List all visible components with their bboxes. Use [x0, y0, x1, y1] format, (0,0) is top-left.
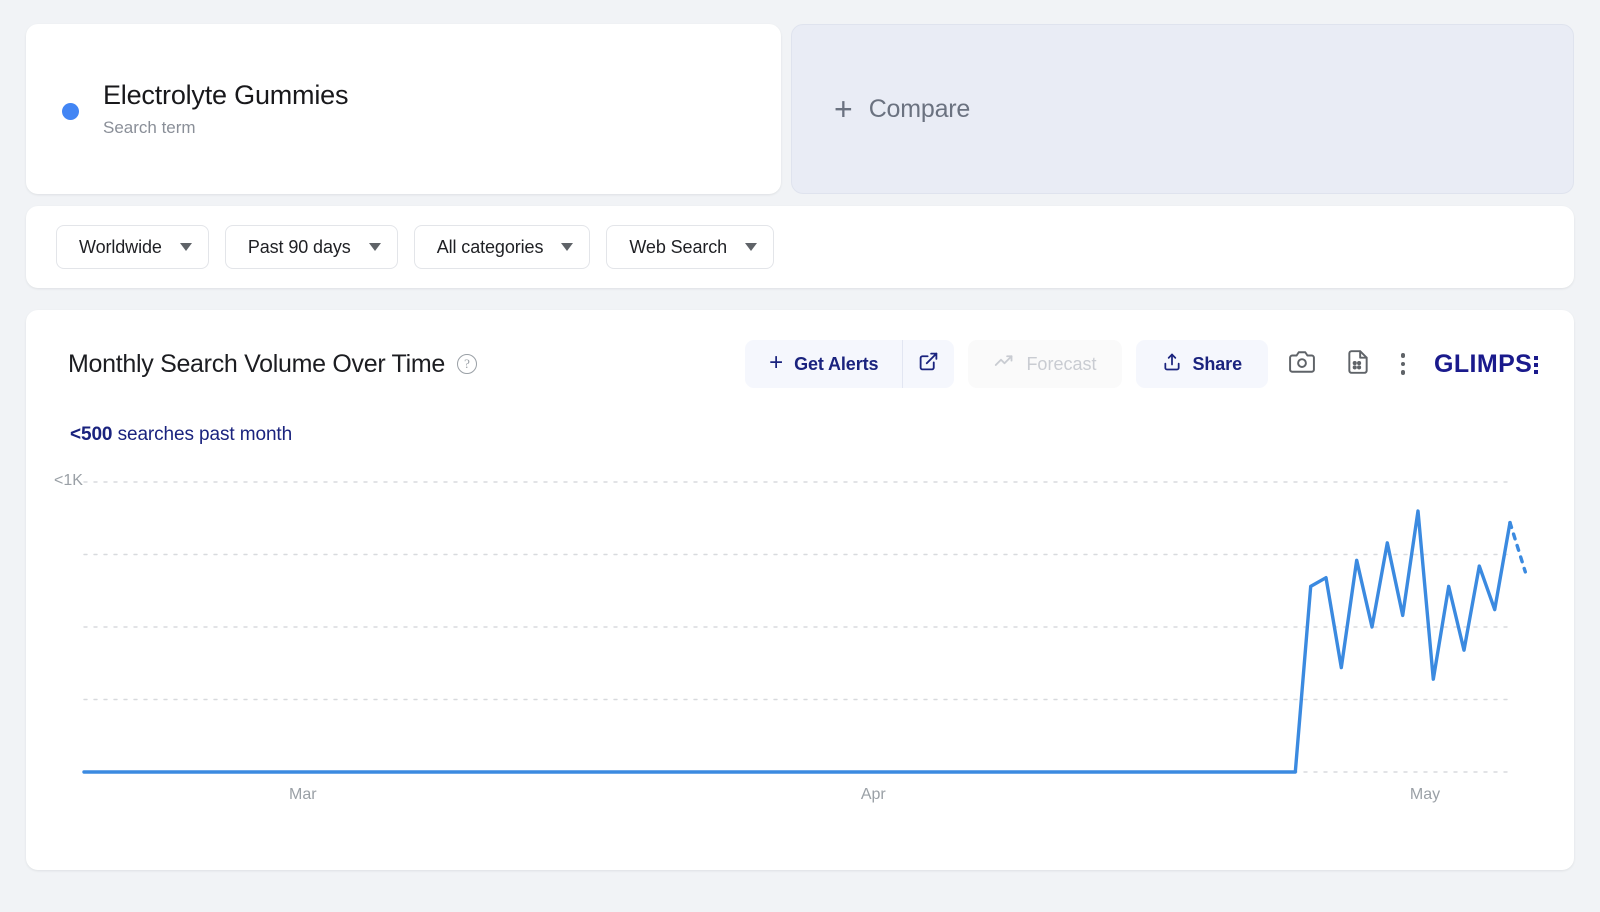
- share-button[interactable]: Share: [1136, 340, 1268, 388]
- more-vertical-icon: [1400, 370, 1406, 375]
- share-label: Share: [1192, 353, 1242, 374]
- chart-card: Monthly Search Volume Over Time ? + Get …: [26, 310, 1574, 870]
- y-axis-tick-label: <1K: [54, 472, 83, 489]
- glimpse-logo: GLIMPS: [1434, 350, 1538, 379]
- filter-searchtype[interactable]: Web Search: [606, 225, 775, 269]
- chart-plot-area[interactable]: [26, 468, 1574, 798]
- get-alerts-label: Get Alerts: [794, 353, 879, 374]
- more-vertical-icon: [1400, 353, 1406, 358]
- chart-title-wrap: Monthly Search Volume Over Time ?: [68, 350, 477, 379]
- filter-location[interactable]: Worldwide: [56, 225, 209, 269]
- chart-toolbar: + Get Alerts Forecast Share GLIMPS: [745, 340, 1538, 388]
- filter-timerange-label: Past 90 days: [247, 236, 351, 257]
- export-data-button[interactable]: [1336, 342, 1380, 386]
- x-axis-tick-label: May: [1409, 786, 1441, 803]
- plus-icon: +: [834, 91, 853, 127]
- chart-header: Monthly Search Volume Over Time ? + Get …: [26, 310, 1574, 388]
- screenshot-button[interactable]: [1280, 342, 1324, 386]
- chevron-down-icon: [179, 243, 192, 251]
- share-icon: [1162, 352, 1182, 377]
- line-chart-svg[interactable]: [26, 468, 1574, 798]
- search-term-card[interactable]: Electrolyte Gummies Search term: [26, 24, 781, 194]
- search-volume-summary: <500 searches past month: [26, 388, 1574, 446]
- term-row: Electrolyte Gummies Search term + Compar…: [26, 0, 1574, 194]
- filter-category[interactable]: All categories: [413, 225, 591, 269]
- search-term-title: Electrolyte Gummies: [103, 80, 349, 111]
- chevron-down-icon: [745, 243, 758, 251]
- compare-label: Compare: [868, 94, 971, 123]
- more-vertical-icon: [1400, 361, 1406, 367]
- forecast-button[interactable]: Forecast: [968, 340, 1123, 388]
- external-link-icon: [918, 351, 939, 377]
- trends-page: Electrolyte Gummies Search term + Compar…: [0, 0, 1600, 912]
- filter-category-label: All categories: [436, 236, 544, 257]
- glimpse-logo-text: GLIMPS: [1434, 349, 1533, 378]
- camera-icon: [1289, 349, 1315, 380]
- chevron-down-icon: [561, 243, 574, 251]
- x-axis-tick-label: Apr: [860, 786, 886, 803]
- filter-bar: Worldwide Past 90 days All categories We…: [26, 206, 1574, 288]
- get-alerts-button[interactable]: + Get Alerts: [745, 340, 902, 388]
- filter-timerange[interactable]: Past 90 days: [224, 225, 398, 269]
- search-term-subtitle: Search term: [103, 117, 196, 137]
- chart-title: Monthly Search Volume Over Time: [68, 349, 445, 378]
- trending-up-icon: [994, 351, 1015, 377]
- open-alerts-button[interactable]: [902, 340, 954, 388]
- term-text: Electrolyte Gummies Search term: [103, 80, 348, 137]
- plus-icon: +: [769, 349, 784, 376]
- series-color-dot: [62, 102, 79, 120]
- help-icon[interactable]: ?: [456, 354, 477, 374]
- more-options-button[interactable]: [1388, 353, 1418, 375]
- get-alerts-group: + Get Alerts: [745, 340, 955, 388]
- search-volume-suffix: searches past month: [112, 424, 293, 445]
- chevron-down-icon: [368, 243, 381, 251]
- glimpse-logo-mark: [1534, 355, 1538, 374]
- compare-card[interactable]: + Compare: [791, 24, 1574, 194]
- x-axis-tick-label: Mar: [289, 786, 317, 803]
- search-volume-value: <500: [70, 424, 113, 445]
- filter-searchtype-label: Web Search: [629, 236, 728, 257]
- document-icon: [1345, 349, 1371, 380]
- filter-location-label: Worldwide: [79, 236, 162, 257]
- forecast-label: Forecast: [1026, 353, 1097, 374]
